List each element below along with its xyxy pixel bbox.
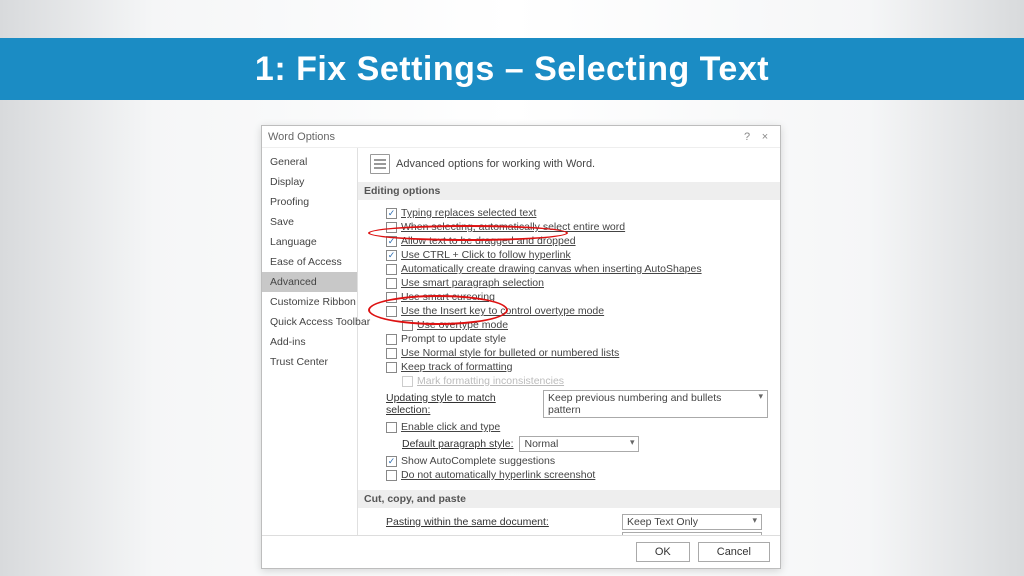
checkbox-icon: ✓ xyxy=(386,456,397,467)
sidebar-item-customize-ribbon[interactable]: Customize Ribbon xyxy=(262,292,357,312)
label-paste-within: Pasting within the same document: xyxy=(386,516,612,528)
opt-no-hyperlink-screenshot[interactable]: Do not automatically hyperlink screensho… xyxy=(370,468,768,482)
dialog-footer: OK Cancel xyxy=(262,535,780,568)
opt-smart-cursoring[interactable]: Use smart cursoring xyxy=(370,290,768,304)
select-paste-within[interactable]: Keep Text Only xyxy=(622,514,762,530)
checkbox-icon xyxy=(402,376,413,387)
sidebar-item-add-ins[interactable]: Add-ins xyxy=(262,332,357,352)
opt-normal-style-lists[interactable]: Use Normal style for bulleted or numbere… xyxy=(370,346,768,360)
sidebar-item-display[interactable]: Display xyxy=(262,172,357,192)
close-button[interactable]: × xyxy=(756,131,774,143)
checkbox-icon: ✓ xyxy=(386,236,397,247)
section-cut-copy-paste: Cut, copy, and paste xyxy=(358,490,780,508)
opt-ctrl-click-hyperlink[interactable]: ✓ Use CTRL + Click to follow hyperlink xyxy=(370,248,768,262)
opt-auto-drawing-canvas[interactable]: Automatically create drawing canvas when… xyxy=(370,262,768,276)
select-default-paragraph-style[interactable]: Normal xyxy=(519,436,639,452)
options-content: Advanced options for working with Word. … xyxy=(358,148,780,535)
checkbox-icon xyxy=(386,278,397,289)
content-header: Advanced options for working with Word. xyxy=(370,154,768,174)
checkbox-icon xyxy=(386,264,397,275)
opt-insert-key-overtype[interactable]: Use the Insert key to control overtype m… xyxy=(370,304,768,318)
content-header-text: Advanced options for working with Word. xyxy=(396,158,595,170)
row-updating-style: Updating style to match selection: Keep … xyxy=(370,388,768,420)
opt-use-overtype[interactable]: Use overtype mode xyxy=(370,318,768,332)
checkbox-icon xyxy=(386,292,397,303)
page-icon xyxy=(370,154,390,174)
ok-button[interactable]: OK xyxy=(636,542,690,562)
section-editing-options: Editing options xyxy=(358,182,780,200)
sidebar-item-ease-of-access[interactable]: Ease of Access xyxy=(262,252,357,272)
cancel-button[interactable]: Cancel xyxy=(698,542,770,562)
sidebar-item-general[interactable]: General xyxy=(262,152,357,172)
checkbox-icon xyxy=(386,422,397,433)
sidebar-item-save[interactable]: Save xyxy=(262,212,357,232)
opt-smart-paragraph[interactable]: Use smart paragraph selection xyxy=(370,276,768,290)
row-default-paragraph-style: Default paragraph style: Normal xyxy=(370,434,768,454)
dialog-title: Word Options xyxy=(268,131,335,143)
select-updating-style[interactable]: Keep previous numbering and bullets patt… xyxy=(543,390,768,418)
opt-select-entire-word[interactable]: When selecting, automatically select ent… xyxy=(370,220,768,234)
checkbox-icon xyxy=(386,306,397,317)
checkbox-icon xyxy=(386,334,397,345)
sidebar-item-trust-center[interactable]: Trust Center xyxy=(262,352,357,372)
sidebar-item-quick-access-toolbar[interactable]: Quick Access Toolbar xyxy=(262,312,357,332)
sidebar-item-advanced[interactable]: Advanced xyxy=(262,272,357,292)
opt-typing-replaces[interactable]: ✓ Typing replaces selected text xyxy=(370,206,768,220)
opt-drag-drop[interactable]: ✓ Allow text to be dragged and dropped xyxy=(370,234,768,248)
checkbox-icon: ✓ xyxy=(386,250,397,261)
opt-keep-track-formatting[interactable]: Keep track of formatting xyxy=(370,360,768,374)
slide-banner: 1: Fix Settings – Selecting Text xyxy=(0,38,1024,100)
category-sidebar: General Display Proofing Save Language E… xyxy=(262,148,358,535)
titlebar: Word Options ? × xyxy=(262,126,780,148)
checkbox-icon xyxy=(386,362,397,373)
checkbox-icon xyxy=(402,320,413,331)
checkbox-icon xyxy=(386,348,397,359)
checkbox-icon xyxy=(386,470,397,481)
word-options-dialog: Word Options ? × General Display Proofin… xyxy=(261,125,781,569)
checkbox-icon xyxy=(386,222,397,233)
label-paste-between: Pasting between documents: xyxy=(386,534,612,535)
opt-autocomplete[interactable]: ✓ Show AutoComplete suggestions xyxy=(370,454,768,468)
slide-title: 1: Fix Settings – Selecting Text xyxy=(255,50,769,89)
sidebar-item-proofing[interactable]: Proofing xyxy=(262,192,357,212)
opt-enable-click-type[interactable]: Enable click and type xyxy=(370,420,768,434)
sidebar-item-language[interactable]: Language xyxy=(262,232,357,252)
checkbox-icon: ✓ xyxy=(386,208,397,219)
opt-mark-inconsistencies: Mark formatting inconsistencies xyxy=(370,374,768,388)
opt-prompt-update-style[interactable]: Prompt to update style xyxy=(370,332,768,346)
help-button[interactable]: ? xyxy=(738,131,756,143)
select-paste-between[interactable]: Keep Text Only xyxy=(622,532,762,535)
